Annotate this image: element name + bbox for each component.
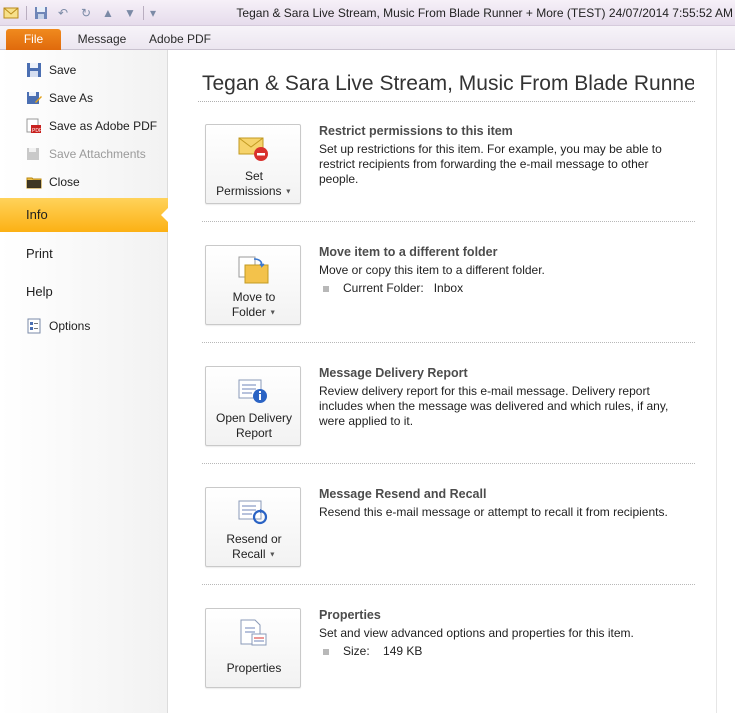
tab-message[interactable]: Message [72,29,132,50]
nav-save-as-adobe-pdf[interactable]: PDF Save as Adobe PDF [0,115,168,137]
nav-options[interactable]: Options [0,315,168,337]
nav-save-as[interactable]: Save As [0,87,168,109]
section-title: Move item to a different folder [319,245,498,259]
section-move: Move to Folder ▼ Move item to a differen… [202,245,695,366]
section-properties: Properties Properties Set and view advan… [205,608,695,713]
section-title: Message Delivery Report [319,366,468,380]
section-description: Review delivery report for this e-mail m… [319,384,669,428]
properties-icon [236,618,270,648]
svg-text:PDF: PDF [32,128,42,134]
section-delivery-report: Open Delivery Report Message Delivery Re… [202,366,695,487]
permissions-icon [236,134,270,164]
section-title: Restrict permissions to this item [319,124,513,138]
nav-close[interactable]: Close [0,171,168,193]
section-description: Set up restrictions for this item. For e… [319,142,662,186]
nav-save[interactable]: Save [0,59,168,81]
nav-help[interactable]: Help [26,284,53,299]
nav-print[interactable]: Print [26,246,53,261]
envelope-icon [3,5,19,21]
save-as-icon [26,90,42,106]
backstage-nav: Save Save As PDF Save as Adobe PDF Save … [0,50,169,713]
nav-info[interactable]: Info [0,198,169,232]
tab-adobe-pdf[interactable]: Adobe PDF [145,29,215,50]
section-description: Set and view advanced options and proper… [319,626,634,640]
bullet-icon [323,648,329,655]
set-permissions-button[interactable]: Set Permissions ▼ [205,124,301,204]
bullet-icon [323,285,329,292]
customize-icon[interactable]: ▾ [145,5,161,21]
attachment-icon [26,146,42,162]
info-pane: Tegan & Sara Live Stream, Music From Bla… [168,50,735,713]
pdf-icon: PDF [26,118,42,134]
resend-icon [236,497,270,527]
nav-save-attachments[interactable]: Save Attachments [0,143,168,165]
undo-icon[interactable]: ↶ [55,5,71,21]
dropdown-caret-icon: ▼ [269,309,277,317]
redo-icon[interactable]: ↻ [78,5,94,21]
title-bar: ↶ ↻ ▲ ▼ ▾ Tegan & Sara Live Stream, Musi… [0,0,735,26]
section-resend-recall: Resend or Recall ▼ Message Resend and Re… [202,487,695,608]
section-description: Move or copy this item to a different fo… [319,263,545,277]
tab-file[interactable]: File [6,29,61,50]
move-folder-icon [236,255,270,285]
dropdown-caret-icon: ▼ [268,551,276,559]
heading-divider [198,101,695,102]
section-description: Resend this e-mail message or attempt to… [319,505,668,519]
delivery-report-icon [236,376,270,406]
dropdown-caret-icon: ▼ [284,188,292,196]
item-size: Size: 149 KB [319,644,422,658]
open-delivery-report-button[interactable]: Open Delivery Report [205,366,301,446]
down-arrow-icon[interactable]: ▼ [122,5,138,21]
section-permissions: Set Permissions ▼ Restrict permissions t… [202,124,695,245]
up-arrow-icon[interactable]: ▲ [100,5,116,21]
resend-or-recall-button[interactable]: Resend or Recall ▼ [205,487,301,567]
properties-button[interactable]: Properties [205,608,301,688]
save-icon [26,62,42,78]
current-folder: Current Folder: Inbox [319,281,463,295]
close-folder-icon [26,174,42,190]
page-title: Tegan & Sara Live Stream, Music From Bla… [202,72,694,95]
save-icon[interactable] [33,5,49,21]
window-title: Tegan & Sara Live Stream, Music From Bla… [236,6,733,20]
section-title: Message Resend and Recall [319,487,487,501]
move-to-folder-button[interactable]: Move to Folder ▼ [205,245,301,325]
section-title: Properties [319,608,381,622]
ribbon-tab-bar: File Message Adobe PDF [0,26,735,50]
options-icon [26,318,42,334]
